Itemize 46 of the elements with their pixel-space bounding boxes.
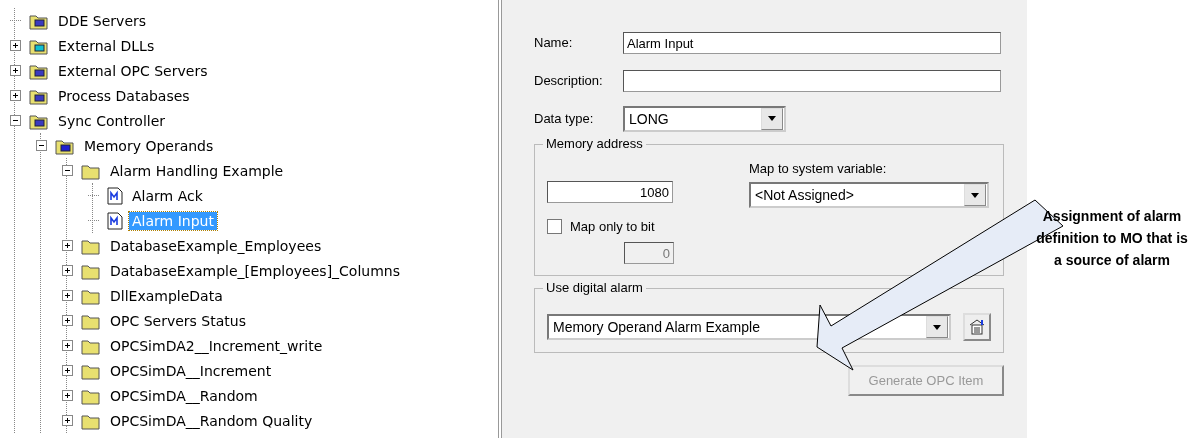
checkbox-label: Map only to bit (570, 219, 655, 234)
tree-item[interactable]: DllExampleData (107, 286, 226, 305)
caret-icon (768, 116, 776, 121)
expand-icon[interactable] (10, 65, 21, 76)
collapse-icon[interactable] (10, 115, 21, 126)
field-label: Data type: (534, 111, 595, 126)
tree-item[interactable]: DatabaseExample_[Employees]_Columns (107, 261, 403, 280)
expand-icon[interactable] (62, 265, 73, 276)
tree-item[interactable]: OPCSimDA__Random (107, 386, 261, 405)
collapse-icon[interactable] (62, 165, 73, 176)
expand-icon[interactable] (10, 40, 21, 51)
tree-item[interactable]: Memory Operands (81, 136, 217, 155)
checkbox[interactable] (547, 219, 562, 234)
tree-item[interactable]: DatabaseExample_Employees (107, 236, 325, 255)
expand-icon[interactable] (62, 340, 73, 351)
expand-icon[interactable] (62, 290, 73, 301)
tree-item[interactable]: Alarm Ack (129, 186, 206, 205)
address-field[interactable]: 1080 (547, 181, 673, 203)
expand-icon[interactable] (62, 415, 73, 426)
collapse-icon[interactable] (36, 140, 47, 151)
name-field[interactable]: Alarm Input (623, 31, 1001, 54)
group-title: Memory address (543, 136, 646, 151)
description-field[interactable] (623, 69, 1001, 92)
tree-item[interactable]: OPCSimDA2__Increment_write (107, 336, 326, 355)
field-label: Map to system variable: (749, 161, 888, 176)
caret-icon (933, 324, 941, 330)
tree-item[interactable]: OPCSimDA__Random Quality (107, 411, 316, 430)
expand-icon[interactable] (62, 390, 73, 401)
tree-item[interactable]: Sync Controller (55, 111, 169, 130)
expand-icon[interactable] (62, 365, 73, 376)
group-title: Use digital alarm (543, 280, 646, 295)
field-label: Name: (534, 35, 574, 50)
field-label: Description: (534, 73, 604, 88)
tree-item[interactable]: Process Databases (55, 86, 193, 105)
tree-item[interactable]: Alarm Handling Example (107, 161, 287, 180)
tree-item[interactable]: External DLLs (55, 36, 158, 55)
expand-icon[interactable] (62, 315, 73, 326)
properties-button[interactable] (963, 313, 991, 341)
tree-item[interactable]: OPC Servers Status (107, 311, 249, 330)
system-variable-dropdown[interactable]: <Not Assigned> (749, 182, 989, 208)
tree-item[interactable]: OPCSimDA__Increment (107, 361, 275, 380)
expand-icon[interactable] (10, 90, 21, 101)
tree-item[interactable]: DDE Servers (55, 11, 150, 30)
expand-icon[interactable] (62, 240, 73, 251)
tree-item[interactable]: External OPC Servers (55, 61, 211, 80)
data-type-dropdown[interactable]: LONG (623, 105, 786, 132)
